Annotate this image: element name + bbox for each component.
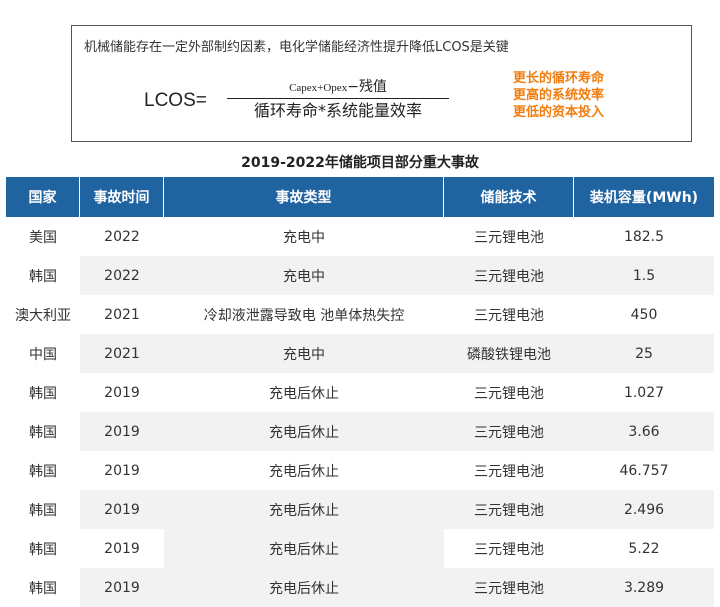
lcos-label: LCOS= bbox=[144, 90, 207, 111]
cell-tech: 三元锂电池 bbox=[444, 568, 574, 607]
cell-country: 韩国 bbox=[29, 385, 57, 402]
header-tech: 储能技术 bbox=[444, 177, 574, 217]
cell-tech: 三元锂电池 bbox=[474, 229, 544, 246]
lever-efficiency: 更高的系统效率 bbox=[513, 88, 605, 103]
table-row: 韩国 2019 充电后休止 三元锂电池 5.22 bbox=[6, 529, 714, 568]
table-row: 韩国 2022 充电中 三元锂电池 1.5 bbox=[6, 256, 714, 295]
cell-type: 充电中 bbox=[164, 256, 444, 295]
cell-type: 充电后休止 bbox=[269, 463, 339, 480]
cell-capacity: 2.496 bbox=[574, 490, 714, 529]
cell-tech: 三元锂电池 bbox=[474, 385, 544, 402]
fraction-denominator: 循环寿命*系统能量效率 bbox=[253, 101, 422, 120]
cell-tech: 三元锂电池 bbox=[444, 412, 574, 451]
cell-type: 充电后休止 bbox=[164, 412, 444, 451]
cell-year: 2021 bbox=[80, 334, 164, 373]
table-row: 中国 2021 充电中 磷酸铁锂电池 25 bbox=[6, 334, 714, 373]
header-type: 事故类型 bbox=[164, 177, 444, 217]
cell-year: 2019 bbox=[104, 462, 140, 479]
cell-tech: 三元锂电池 bbox=[444, 490, 574, 529]
cell-year: 2019 bbox=[104, 540, 140, 557]
accident-table: 国家 事故时间 事故类型 储能技术 装机容量(MWh) 美国 2022 充电中 … bbox=[6, 177, 714, 607]
cell-year: 2019 bbox=[80, 412, 164, 451]
cell-country: 韩国 bbox=[29, 502, 57, 519]
cell-year: 2021 bbox=[104, 306, 140, 323]
cell-country: 澳大利亚 bbox=[15, 307, 71, 324]
cell-capacity: 450 bbox=[630, 306, 658, 323]
cell-tech: 三元锂电池 bbox=[444, 256, 574, 295]
cell-type: 充电后休止 bbox=[164, 568, 444, 607]
formula-box: 机械储能存在一定外部制约因素，电化学储能经济性提升降低LCOS是关键 LCOS=… bbox=[71, 25, 692, 142]
table-row: 韩国 2019 充电后休止 三元锂电池 3.289 bbox=[6, 568, 714, 607]
table-header-row: 国家 事故时间 事故类型 储能技术 装机容量(MWh) bbox=[6, 177, 714, 217]
cell-year: 2019 bbox=[80, 568, 164, 607]
cell-capacity: 182.5 bbox=[623, 228, 665, 245]
cell-country: 韩国 bbox=[29, 424, 57, 441]
cell-type: 冷却液泄露导致电 池单体热失控 bbox=[203, 307, 405, 324]
header-country: 国家 bbox=[6, 177, 80, 217]
cell-year: 2019 bbox=[80, 490, 164, 529]
cell-type: 充电中 bbox=[164, 334, 444, 373]
cell-year: 2022 bbox=[104, 228, 140, 245]
cell-capacity: 3.66 bbox=[574, 412, 714, 451]
cell-tech: 磷酸铁锂电池 bbox=[444, 334, 574, 373]
cell-capacity: 1.027 bbox=[623, 384, 665, 401]
cell-type: 充电中 bbox=[283, 229, 325, 246]
cell-country: 中国 bbox=[29, 346, 57, 363]
cell-country: 韩国 bbox=[29, 268, 57, 285]
cell-year: 2019 bbox=[104, 384, 140, 401]
cell-type: 充电后休止 bbox=[269, 385, 339, 402]
cell-tech: 三元锂电池 bbox=[474, 541, 544, 558]
lever-capital: 更低的资本投入 bbox=[513, 105, 605, 120]
numerator-capex-opex: Capex+Opex bbox=[289, 82, 348, 94]
formula-headline: 机械储能存在一定外部制约因素，电化学储能经济性提升降低LCOS是关键 bbox=[84, 40, 509, 55]
cell-capacity: 3.289 bbox=[574, 568, 714, 607]
table-row: 韩国 2019 充电后休止 三元锂电池 1.027 bbox=[6, 373, 714, 412]
cell-type: 充电后休止 bbox=[164, 490, 444, 529]
table-row: 美国 2022 充电中 三元锂电池 182.5 bbox=[6, 217, 714, 256]
cell-type: 充电后休止 bbox=[164, 529, 444, 568]
table-row: 韩国 2019 充电后休止 三元锂电池 2.496 bbox=[6, 490, 714, 529]
cell-country: 韩国 bbox=[29, 463, 57, 480]
cell-capacity: 46.757 bbox=[619, 462, 669, 479]
table-row: 韩国 2019 充电后休止 三元锂电池 46.757 bbox=[6, 451, 714, 490]
lever-cycle-life: 更长的循环寿命 bbox=[513, 71, 605, 86]
header-capacity: 装机容量(MWh) bbox=[574, 177, 714, 217]
lcos-fraction: Capex+Opex−残值 循环寿命*系统能量效率 bbox=[227, 76, 449, 123]
numerator-minus: − bbox=[347, 79, 359, 95]
cell-capacity: 25 bbox=[574, 334, 714, 373]
numerator-residual: 残值 bbox=[358, 79, 387, 95]
table-row: 韩国 2019 充电后休止 三元锂电池 3.66 bbox=[6, 412, 714, 451]
cell-country: 韩国 bbox=[29, 580, 57, 597]
cell-country: 韩国 bbox=[29, 541, 57, 558]
lever-list: 更长的循环寿命 更高的系统效率 更低的资本投入 bbox=[513, 70, 604, 121]
table-row: 澳大利亚 2021 冷却液泄露导致电 池单体热失控 三元锂电池 450 bbox=[6, 295, 714, 334]
cell-tech: 三元锂电池 bbox=[474, 307, 544, 324]
table-title: 2019-2022年储能项目部分重大事故 bbox=[241, 155, 479, 171]
cell-capacity: 1.5 bbox=[574, 256, 714, 295]
cell-country: 美国 bbox=[29, 229, 57, 246]
cell-year: 2022 bbox=[80, 256, 164, 295]
fraction-numerator: Capex+Opex−残值 bbox=[227, 76, 449, 98]
cell-tech: 三元锂电池 bbox=[474, 463, 544, 480]
header-time: 事故时间 bbox=[80, 177, 164, 217]
cell-capacity: 5.22 bbox=[628, 540, 660, 557]
